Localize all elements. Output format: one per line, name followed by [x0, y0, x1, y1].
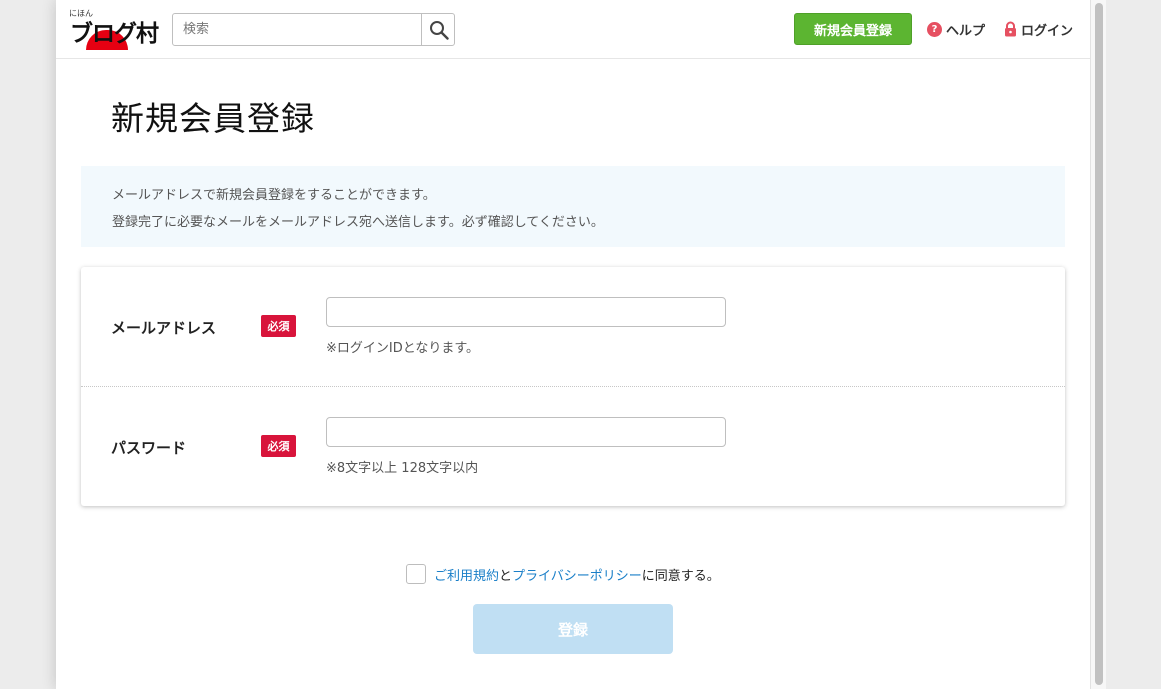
agreement-suffix: に同意する。	[641, 568, 720, 584]
help-icon: ?	[927, 21, 942, 37]
privacy-policy-link[interactable]: プライバシーポリシー	[512, 565, 642, 584]
info-notice: メールアドレスで新規会員登録をすることができます。 登録完了に必要なメールをメー…	[81, 166, 1065, 247]
help-link[interactable]: ? ヘルプ	[927, 19, 985, 39]
agreement-and: と	[499, 568, 513, 584]
scrollbar-thumb[interactable]	[1095, 3, 1103, 685]
header: にほん ブログ村 新規会員登録 ? ヘルプ ログイン	[56, 0, 1090, 59]
vertical-scrollbar[interactable]	[1090, 0, 1106, 689]
submit-register-button[interactable]: 登録	[473, 604, 673, 654]
login-link[interactable]: ログイン	[1004, 19, 1073, 39]
password-label: パスワード	[111, 439, 187, 457]
search-button[interactable]	[421, 14, 455, 45]
email-label: メールアドレス	[111, 319, 217, 337]
lock-icon	[1005, 21, 1016, 37]
search-icon	[429, 20, 449, 40]
header-register-button[interactable]: 新規会員登録	[794, 13, 912, 45]
logo-text: ブログ村	[70, 21, 159, 47]
search-box	[172, 13, 455, 46]
terms-link[interactable]: ご利用規約	[434, 565, 499, 584]
email-field[interactable]	[326, 297, 726, 327]
form-row-password: パスワード 必須 ※8文字以上 128文字以内	[81, 387, 1065, 507]
agreement-row: ご利用規約 と プライバシーポリシー に同意する。	[406, 564, 720, 584]
required-badge: 必須	[261, 435, 296, 457]
required-badge: 必須	[261, 315, 296, 337]
site-logo[interactable]: にほん ブログ村	[68, 8, 160, 50]
email-note: ※ログインIDとなります。	[326, 341, 480, 356]
page: にほん ブログ村 新規会員登録 ? ヘルプ ログイン	[56, 0, 1090, 689]
password-note: ※8文字以上 128文字以内	[326, 461, 479, 476]
form-row-email: メールアドレス 必須 ※ログインIDとなります。	[81, 267, 1065, 387]
page-title: 新規会員登録	[111, 99, 315, 138]
help-label: ヘルプ	[946, 23, 986, 39]
agree-checkbox[interactable]	[406, 564, 426, 584]
notice-line-2: 登録完了に必要なメールをメールアドレス宛へ送信します。必ず確認してください。	[112, 215, 604, 230]
notice-line-1: メールアドレスで新規会員登録をすることができます。	[112, 188, 436, 203]
password-field[interactable]	[326, 417, 726, 447]
search-input[interactable]	[173, 14, 421, 45]
registration-form: メールアドレス 必須 ※ログインIDとなります。 パスワード 必須 ※8文字以上…	[81, 267, 1065, 506]
login-label: ログイン	[1021, 23, 1074, 39]
